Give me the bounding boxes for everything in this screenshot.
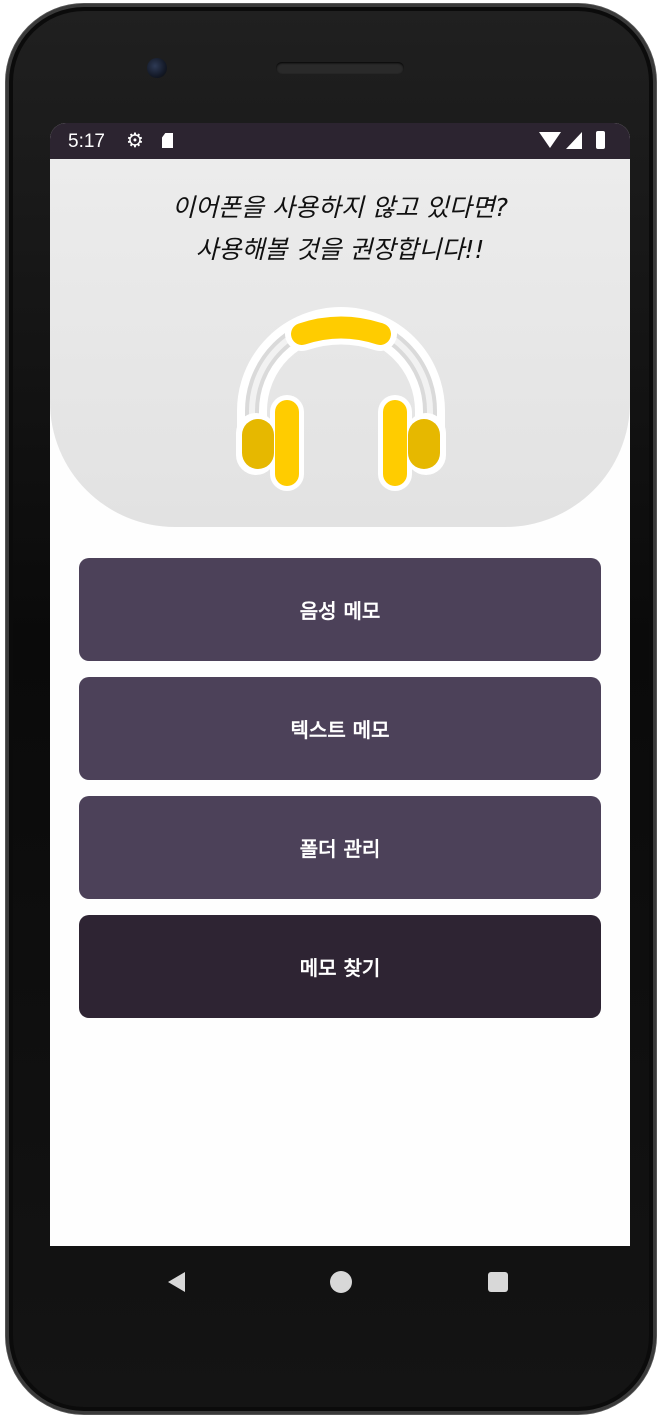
front-camera xyxy=(147,58,167,78)
app-screen: 5:17 ⚙ 이어폰을 사용하지 않고 있다면? 사용해볼 것을 권장합니다!! xyxy=(50,123,630,1246)
back-icon[interactable] xyxy=(168,1272,185,1292)
recents-icon[interactable] xyxy=(488,1272,508,1292)
headphones-icon xyxy=(236,307,446,491)
find-memo-button[interactable]: 메모 찾기 xyxy=(79,915,601,1018)
folder-manage-button[interactable]: 폴더 관리 xyxy=(79,796,601,899)
header-banner: 이어폰을 사용하지 않고 있다면? 사용해볼 것을 권장합니다!! xyxy=(50,159,630,527)
headline: 이어폰을 사용하지 않고 있다면? 사용해볼 것을 권장합니다!! xyxy=(50,187,630,271)
voice-memo-button[interactable]: 음성 메모 xyxy=(79,558,601,661)
earpiece-speaker xyxy=(276,62,404,74)
wifi-icon xyxy=(539,132,561,148)
headline-line-2: 사용해볼 것을 권장합니다!! xyxy=(195,235,485,264)
status-time: 5:17 xyxy=(68,131,105,152)
settings-icon: ⚙ xyxy=(126,130,144,152)
status-bar: 5:17 ⚙ xyxy=(50,123,630,159)
headline-line-1: 이어폰을 사용하지 않고 있다면? xyxy=(171,193,509,222)
home-icon[interactable] xyxy=(330,1271,352,1293)
battery-icon xyxy=(596,131,605,149)
signal-icon xyxy=(566,132,582,149)
navigation-bar xyxy=(50,1246,630,1318)
sd-card-icon xyxy=(162,133,173,148)
menu-buttons: 음성 메모 텍스트 메모 폴더 관리 메모 찾기 xyxy=(79,558,601,1034)
text-memo-button[interactable]: 텍스트 메모 xyxy=(79,677,601,780)
